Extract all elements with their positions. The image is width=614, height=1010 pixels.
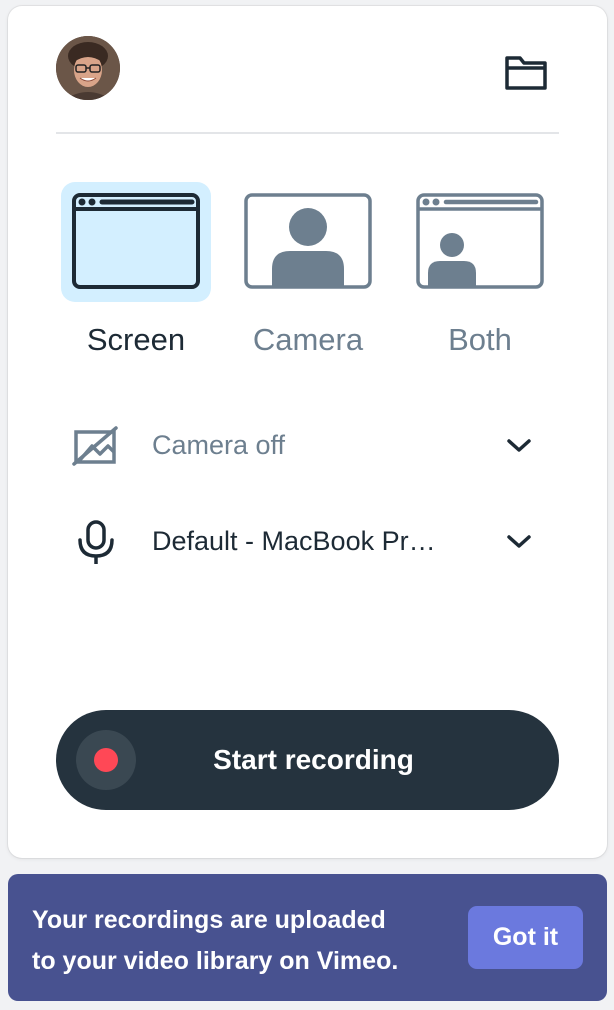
- mode-screen-icon-wrap: [61, 182, 211, 302]
- banner-message: Your recordings are uploaded to your vid…: [32, 900, 452, 982]
- microphone-select-value: Default - MacBook Pr…: [152, 526, 436, 556]
- start-recording-label: Start recording: [213, 744, 414, 775]
- camera-person-icon: [244, 193, 372, 289]
- mode-screen[interactable]: Screen: [61, 182, 211, 372]
- camera-select[interactable]: Camera off: [68, 418, 548, 474]
- mode-both-icon-wrap: [405, 182, 555, 302]
- folder-button[interactable]: [501, 50, 551, 94]
- camera-off-icon: [68, 424, 124, 468]
- banner-message-line-1: Your recordings are uploaded: [32, 906, 386, 934]
- folder-icon: [505, 56, 547, 90]
- camera-select-value: Camera off: [152, 430, 286, 460]
- start-recording-button[interactable]: Start recording: [56, 710, 559, 810]
- chevron-down-icon: [504, 532, 534, 552]
- mode-both-label: Both: [448, 322, 512, 357]
- microphone-select[interactable]: Default - MacBook Pr…: [68, 514, 548, 570]
- avatar[interactable]: [56, 36, 120, 100]
- mode-camera[interactable]: Camera: [233, 182, 383, 372]
- header-divider: [56, 132, 559, 134]
- microphone-icon: [68, 520, 124, 564]
- mode-both[interactable]: Both: [405, 182, 555, 372]
- mode-camera-icon-wrap: [233, 182, 383, 302]
- recorder-panel: Screen Camera Both Camera off Default - …: [8, 6, 607, 858]
- avatar-image: [56, 36, 120, 100]
- screen-and-camera-icon: [416, 193, 544, 289]
- mode-camera-label: Camera: [252, 322, 364, 357]
- mode-screen-label: Screen: [86, 322, 186, 357]
- chevron-down-icon: [504, 436, 534, 456]
- got-it-button[interactable]: Got it: [468, 906, 583, 969]
- banner-message-line-2: to your video library on Vimeo.: [32, 947, 399, 975]
- upload-info-banner: Your recordings are uploaded to your vid…: [8, 874, 607, 1001]
- screen-window-icon: [72, 193, 200, 289]
